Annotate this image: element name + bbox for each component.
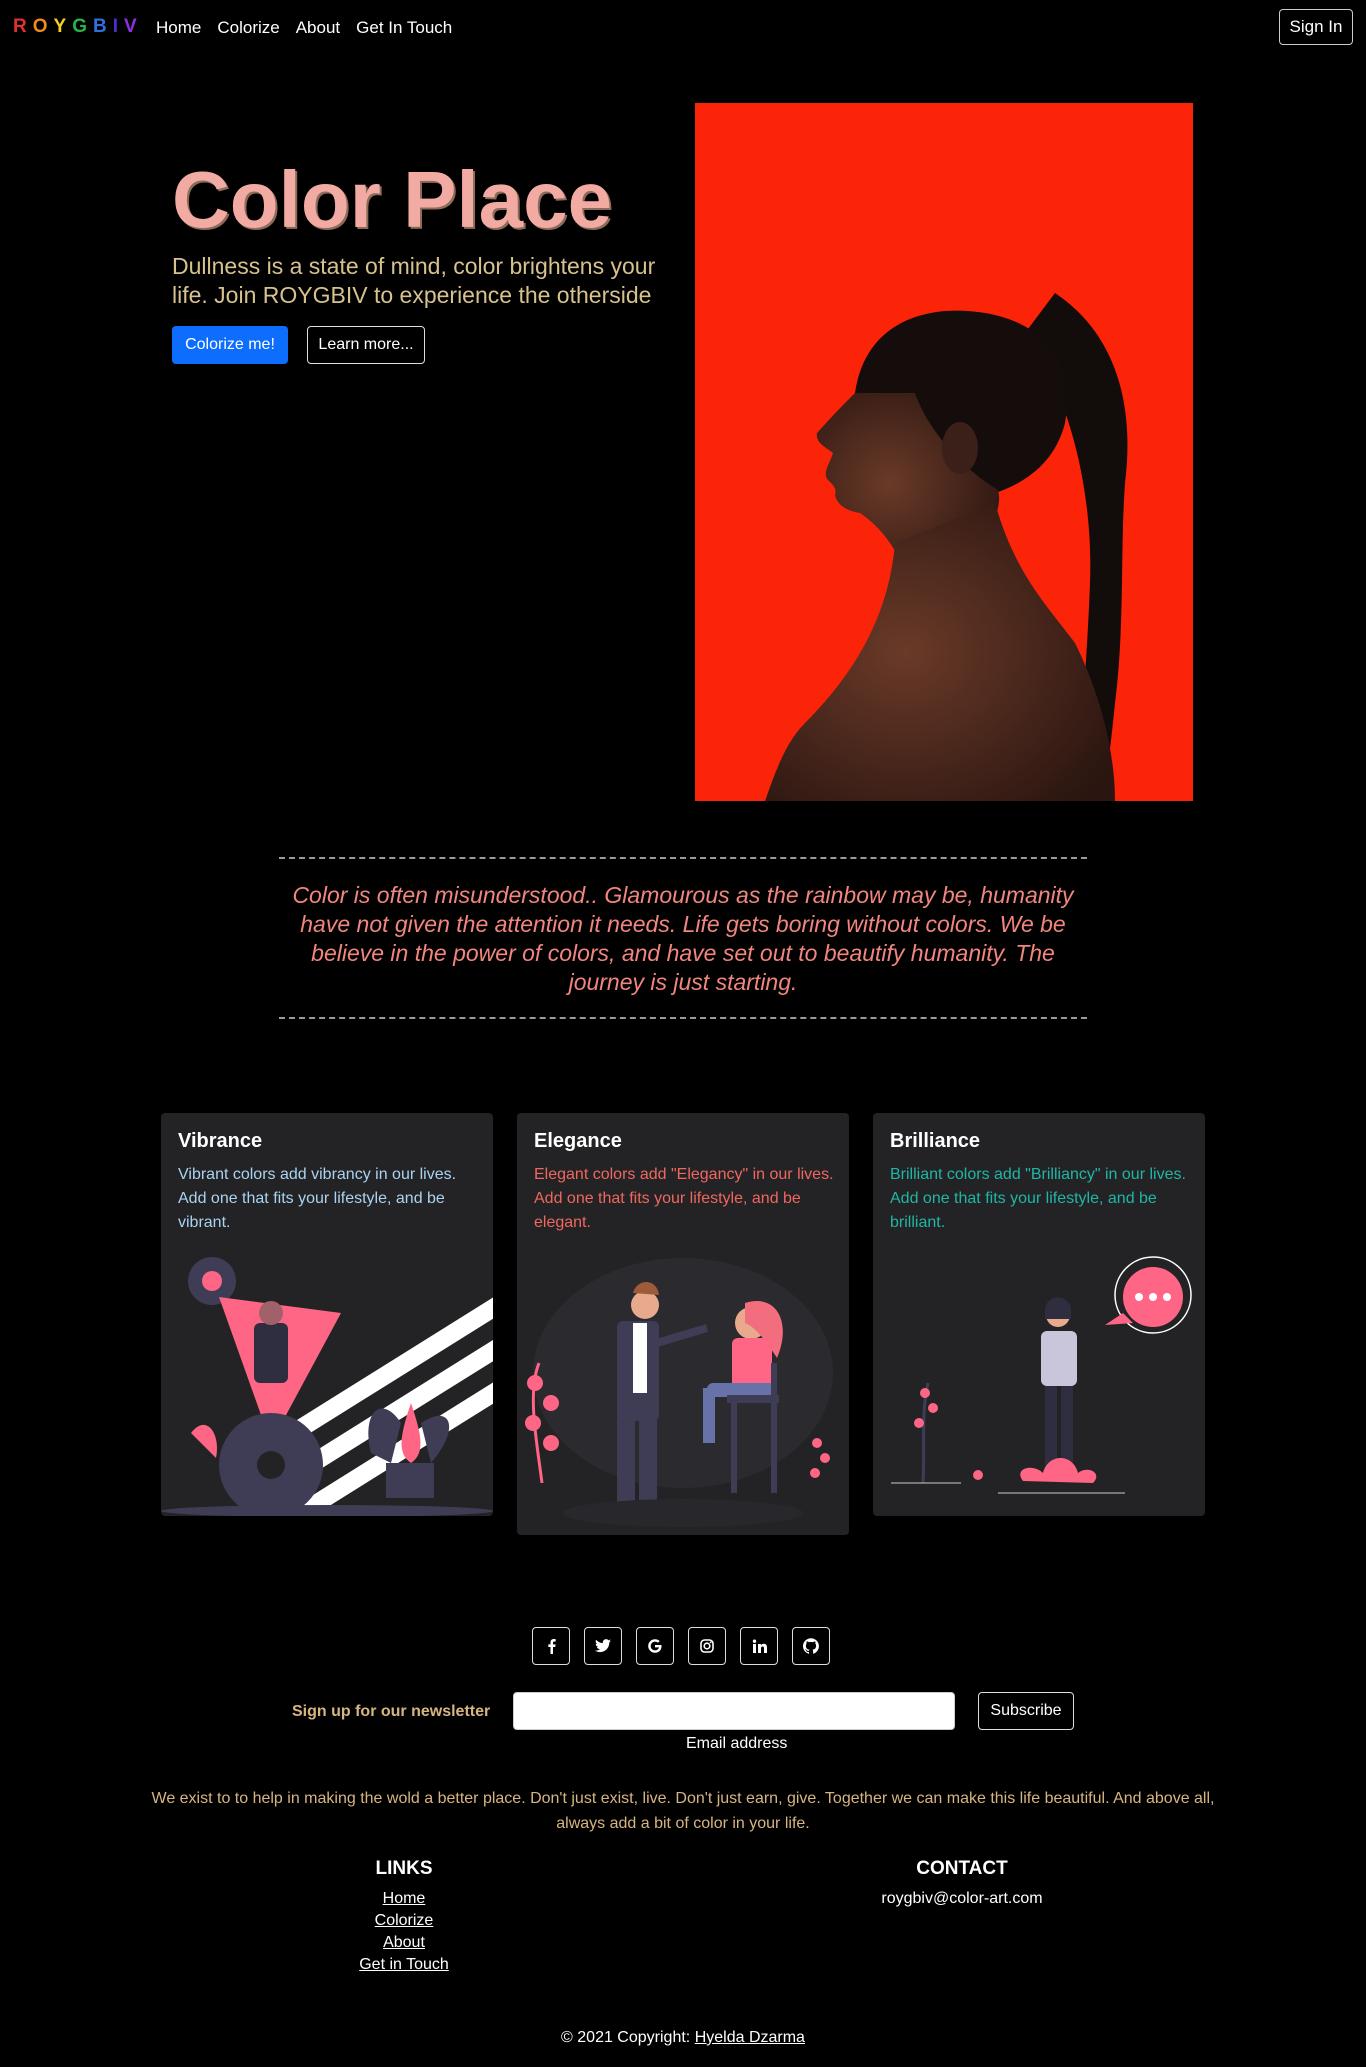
card-title: Elegance <box>534 1130 622 1152</box>
footer-contact-column: CONTACT roygbiv@color-art.com <box>862 1858 1062 1908</box>
mission-statement: We exist to to help in making the wold a… <box>151 1790 1215 1832</box>
footer-contact-title: CONTACT <box>916 1858 1008 1879</box>
footer-link-list: Home Colorize About Get in Touch <box>359 1890 449 1974</box>
card-title: Vibrance <box>178 1130 263 1152</box>
nav-link-home[interactable]: Home <box>156 18 201 38</box>
card-text: Brilliant colors add "Brilliancy" in our… <box>890 1166 1186 1231</box>
twitter-icon[interactable] <box>584 1627 622 1665</box>
colorize-me-button[interactable]: Colorize me! <box>172 326 288 364</box>
brand-letter: O <box>32 16 54 37</box>
copyright: © 2021 Copyright: Hyelda Dzarma <box>0 2029 1366 2047</box>
linkedin-icon[interactable] <box>740 1627 778 1665</box>
brand-letter: B <box>92 16 113 37</box>
main-nav: Home Colorize About Get In Touch <box>156 18 452 38</box>
brand-letter: R <box>13 16 33 37</box>
email-address-label: Email address <box>686 1735 788 1752</box>
newsletter-email-input[interactable] <box>513 1692 955 1730</box>
copyright-text: © 2021 Copyright: <box>561 2029 691 2046</box>
footer-link-about[interactable]: About <box>383 1934 425 1952</box>
facebook-icon[interactable] <box>532 1627 570 1665</box>
hero-title: Color Place <box>172 155 613 244</box>
nav-link-about[interactable]: About <box>296 18 340 38</box>
social-links <box>532 1627 830 1665</box>
brand-logo[interactable]: R O Y G B I V <box>13 16 143 38</box>
card-text: Elegant colors add "Elegancy" in our liv… <box>534 1166 834 1231</box>
card-elegance: Elegance Elegant colors add "Elegancy" i… <box>517 1113 849 1535</box>
brilliance-illustration <box>891 1256 1192 1494</box>
card-vibrance: Vibrance Vibrant colors add vibrancy in … <box>161 1113 493 1516</box>
brand-letter: Y <box>53 16 73 37</box>
github-icon[interactable] <box>792 1627 830 1665</box>
footer-link-home[interactable]: Home <box>383 1890 426 1908</box>
footer-link-get-in-touch[interactable]: Get in Touch <box>359 1956 449 1974</box>
sign-in-button[interactable]: Sign In <box>1279 9 1353 45</box>
hero-portrait-image <box>695 103 1193 801</box>
brand-letter: I <box>112 16 124 37</box>
learn-more-button[interactable]: Learn more... <box>307 326 425 364</box>
newsletter-label: Sign up for our newsletter <box>292 1703 491 1720</box>
instagram-icon[interactable] <box>688 1627 726 1665</box>
card-title: Brilliance <box>890 1130 981 1152</box>
footer-links-title: LINKS <box>375 1858 433 1879</box>
hero-subtitle: Dullness is a state of mind, color brigh… <box>172 253 656 308</box>
google-icon[interactable] <box>636 1627 674 1665</box>
card-brilliance: Brilliance Brilliant colors add "Brillia… <box>873 1113 1205 1516</box>
footer-link-colorize[interactable]: Colorize <box>375 1912 434 1930</box>
footer-links-column: LINKS Home Colorize About Get in Touch <box>304 1858 504 1974</box>
elegance-illustration <box>525 1258 833 1527</box>
copyright-author-link[interactable]: Hyelda Dzarma <box>695 2029 805 2046</box>
nav-link-get-in-touch[interactable]: Get In Touch <box>356 18 452 38</box>
vibrance-illustration <box>161 1257 493 1516</box>
brand-letter: G <box>72 16 93 37</box>
mission-quote: Color is often misunderstood.. Glamourou… <box>279 857 1087 1019</box>
nav-link-colorize[interactable]: Colorize <box>217 18 279 38</box>
woman-profile-illustration <box>765 293 1128 801</box>
subscribe-button[interactable]: Subscribe <box>978 1692 1074 1730</box>
brand-letter: V <box>124 16 143 37</box>
contact-email: roygbiv@color-art.com <box>881 1890 1043 1907</box>
card-text: Vibrant colors add vibrancy in our lives… <box>178 1166 457 1231</box>
